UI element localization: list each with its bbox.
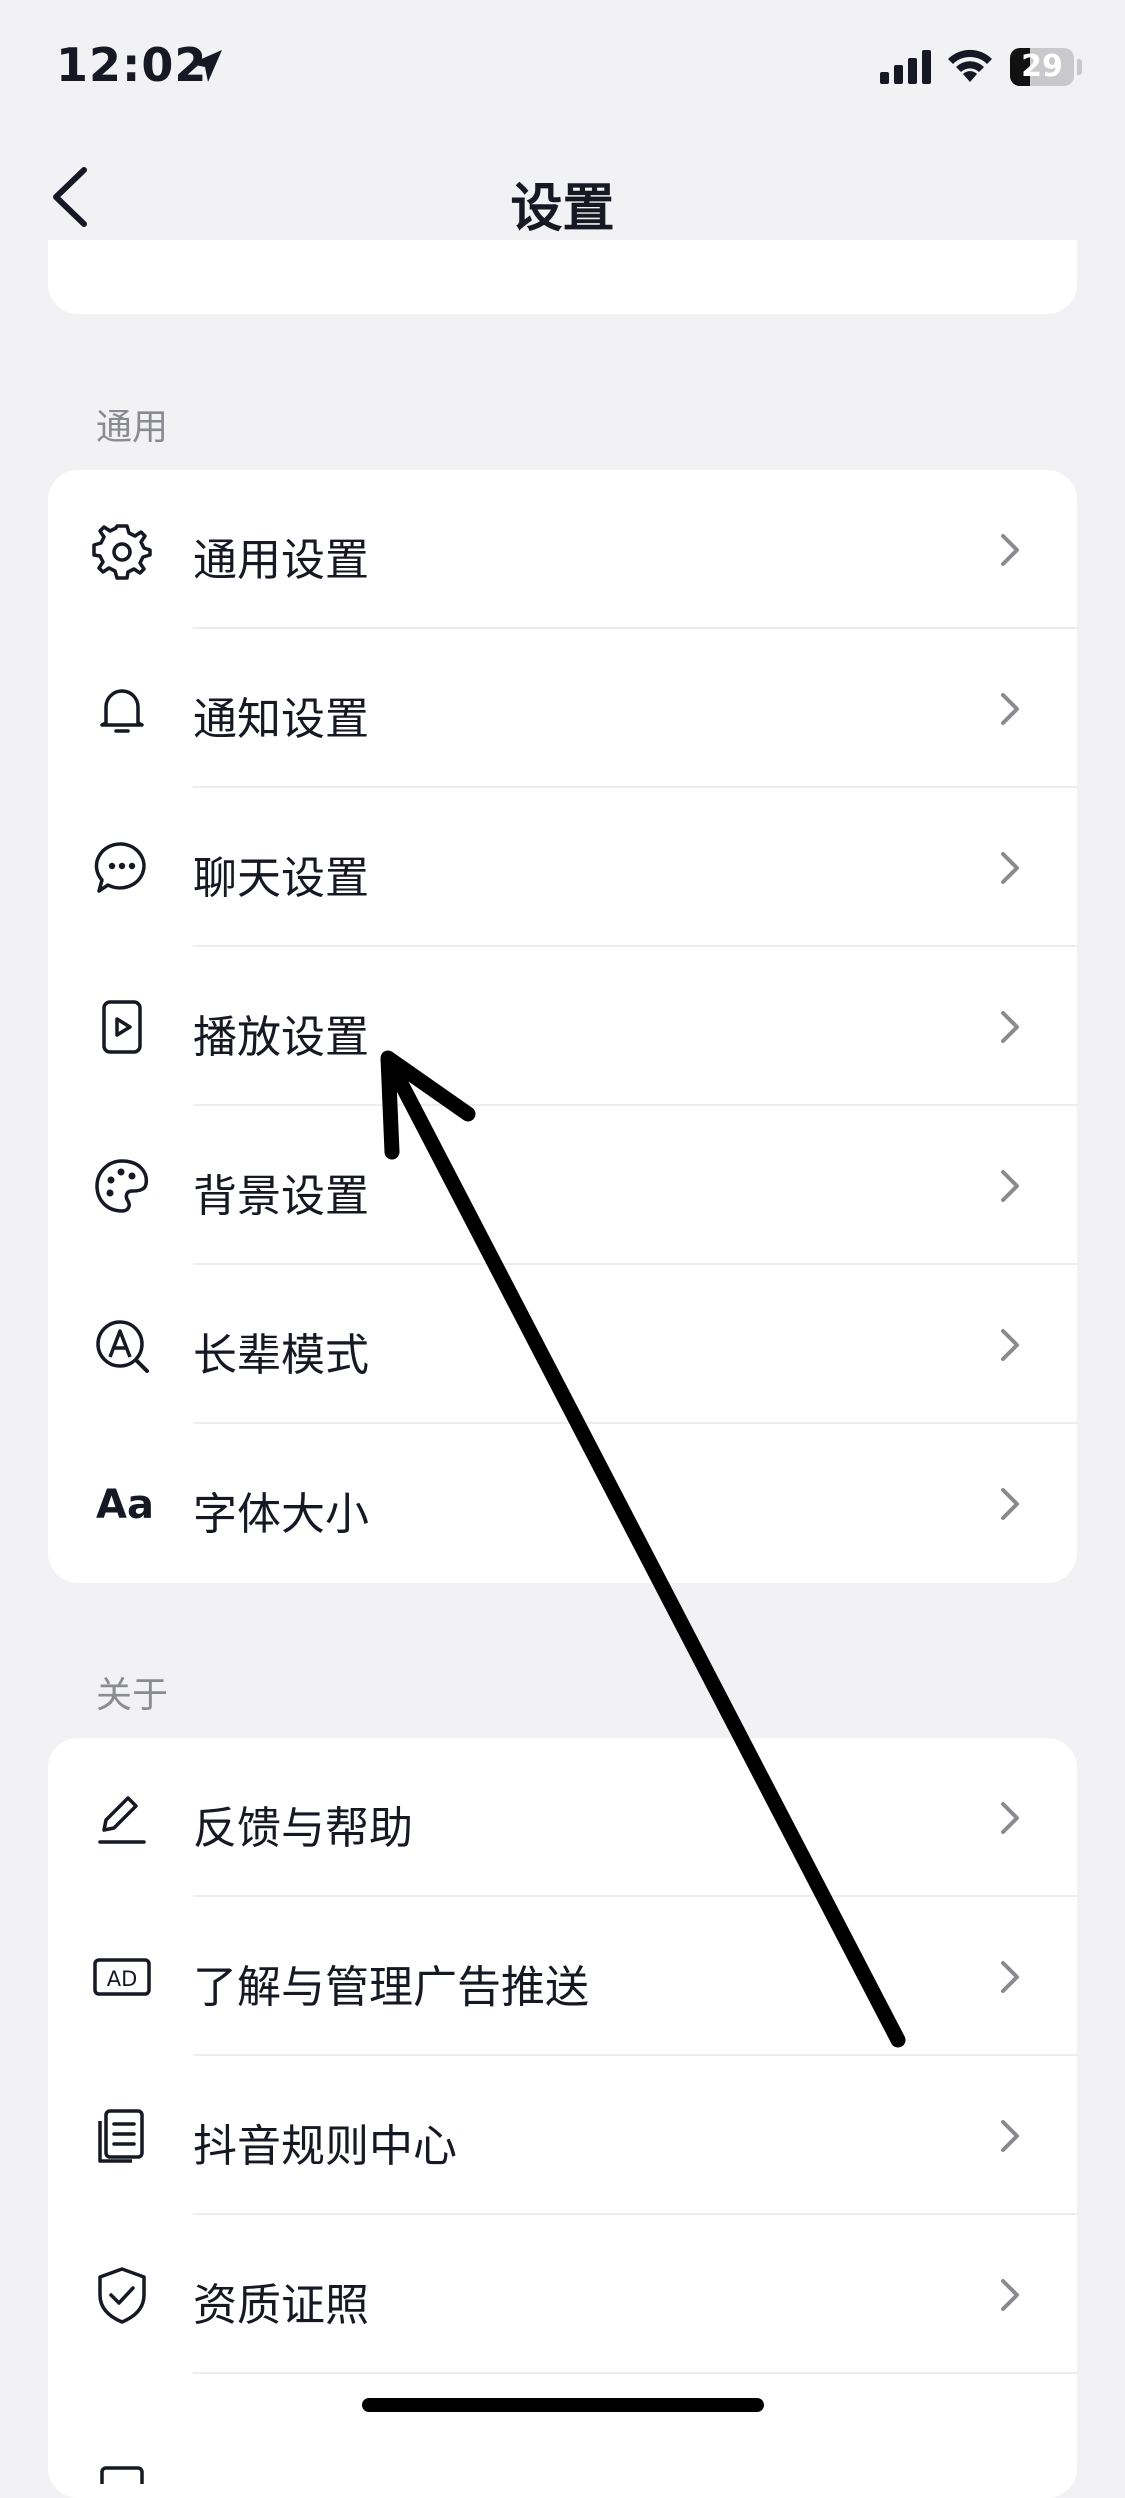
- settings-row-label: 长辈模式: [193, 1330, 369, 1381]
- settings-row-label: 抖音规则中心: [193, 2121, 457, 2172]
- chevron-right-icon: [1001, 2120, 1019, 2152]
- svg-text:AD: AD: [107, 1967, 138, 1991]
- settings-row-rules-center[interactable]: 抖音规则中心: [48, 2056, 1077, 2215]
- shield-check-icon: [98, 2267, 146, 2324]
- settings-row-label: 资质证照: [193, 2280, 369, 2331]
- settings-row-licenses[interactable]: 资质证照: [48, 2215, 1077, 2374]
- chevron-right-icon: [1001, 1802, 1019, 1834]
- settings-row-playback[interactable]: 播放设置: [48, 947, 1077, 1106]
- bell-icon: [100, 689, 144, 733]
- battery-level: 29: [1021, 49, 1063, 84]
- font-size-icon: Aa: [96, 1482, 154, 1528]
- chevron-right-icon: [1001, 1011, 1019, 1043]
- settings-row-background[interactable]: 背景设置: [48, 1106, 1077, 1265]
- chevron-right-icon: [1001, 1961, 1019, 1993]
- settings-row-label: 了解与管理广告推送: [193, 1962, 589, 2013]
- settings-row-general[interactable]: 通用设置: [48, 470, 1077, 629]
- document-list-icon: [98, 2109, 144, 2163]
- pencil-icon: [98, 1796, 146, 1844]
- chevron-right-icon: [1001, 534, 1019, 566]
- settings-row-label: 聊天设置: [193, 853, 369, 904]
- chevron-right-icon: [1001, 1170, 1019, 1202]
- chevron-right-icon: [1001, 852, 1019, 884]
- status-bar: 12:02 29: [0, 0, 1125, 132]
- chevron-right-icon: [1001, 693, 1019, 725]
- settings-row-partial[interactable]: [48, 2374, 1077, 2498]
- settings-row-label: 播放设置: [193, 1012, 369, 1063]
- chat-bubble-icon: [94, 842, 146, 893]
- about-card: 反馈与帮助 AD 了解与管理广告推送 抖音规则中心 资质证照: [48, 1738, 1077, 2498]
- battery-indicator: 29: [1010, 48, 1074, 86]
- page-title: 设置: [510, 179, 615, 239]
- chevron-right-icon: [1001, 1329, 1019, 1361]
- wifi-icon: [948, 49, 992, 82]
- partial-row-icon: [100, 2466, 144, 2484]
- cellular-signal-icon: [880, 50, 931, 84]
- settings-row-label: 字体大小: [193, 1489, 369, 1540]
- settings-row-chat[interactable]: 聊天设置: [48, 788, 1077, 947]
- settings-row-font-size[interactable]: Aa 字体大小: [48, 1424, 1077, 1583]
- settings-row-label: 反馈与帮助: [193, 1803, 413, 1854]
- chevron-right-icon: [1001, 2279, 1019, 2311]
- elder-mode-icon: [96, 1320, 149, 1373]
- section-label-about: 关于: [96, 1675, 169, 1716]
- battery-tip: [1077, 59, 1082, 75]
- settings-row-notification[interactable]: 通知设置: [48, 629, 1077, 788]
- chevron-right-icon: [1001, 1488, 1019, 1520]
- settings-row-label: 通知设置: [193, 694, 369, 745]
- settings-row-elder-mode[interactable]: 长辈模式: [48, 1265, 1077, 1424]
- section-label-general: 通用: [96, 407, 169, 448]
- account-card: [48, 240, 1077, 314]
- ad-icon: AD: [93, 1958, 151, 1996]
- general-settings-card: 通用设置 通知设置 聊天设置 播放设置 背景设置 长辈模式 Aa 字体大小: [48, 470, 1077, 1583]
- settings-row-label: 背景设置: [193, 1171, 369, 1222]
- location-arrow-icon: [190, 50, 222, 82]
- palette-icon: [95, 1159, 149, 1213]
- play-screen-icon: [102, 1000, 142, 1054]
- home-indicator[interactable]: [362, 2398, 764, 2412]
- settings-row-feedback[interactable]: 反馈与帮助: [48, 1738, 1077, 1897]
- gear-icon: [92, 524, 152, 580]
- status-time: 12:02: [56, 38, 208, 92]
- settings-row-label: 通用设置: [193, 535, 369, 586]
- settings-row-ad-management[interactable]: AD 了解与管理广告推送: [48, 1897, 1077, 2056]
